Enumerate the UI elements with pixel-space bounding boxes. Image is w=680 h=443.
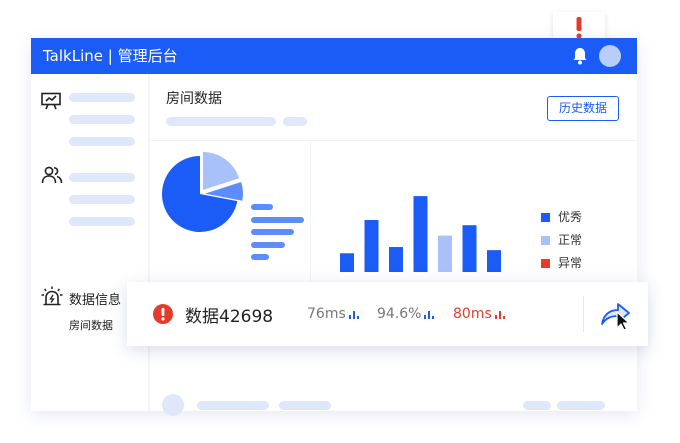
placeholder-line: [251, 242, 285, 248]
placeholder-line: [279, 401, 331, 410]
placeholder-line: [69, 195, 135, 204]
placeholder-line: [251, 204, 273, 210]
page-title: 房间数据: [166, 91, 222, 107]
alarm-icon[interactable]: [41, 286, 63, 306]
share-icon[interactable]: [600, 300, 634, 330]
legend-item-excellent: 优秀: [541, 208, 582, 225]
bar-chart: [340, 196, 501, 272]
chart-divider: [310, 142, 311, 282]
placeholder-line: [251, 217, 304, 223]
data-panel: 房间数据 历史数据 优秀 正常 异常: [150, 74, 637, 282]
placeholder-line: [251, 254, 269, 260]
placeholder-line: [69, 137, 135, 146]
bar: [462, 225, 477, 272]
signal-bars-icon: [348, 311, 359, 319]
legend-swatch: [541, 259, 550, 268]
placeholder-line: [251, 229, 294, 235]
pie-chart: [162, 151, 243, 232]
sidebar: 数据信息 房间数据: [31, 74, 148, 411]
legend-item-normal: 正常: [541, 231, 582, 248]
metric-latency-error: 80ms: [453, 306, 505, 322]
presentation-icon[interactable]: [41, 92, 61, 110]
history-data-button[interactable]: 历史数据: [547, 96, 619, 121]
panel-divider: [150, 140, 637, 141]
signal-bars-icon: [494, 311, 505, 319]
metric-latency: 76ms: [307, 306, 359, 322]
bell-icon[interactable]: [572, 47, 588, 65]
sidebar-item-data-info[interactable]: 数据信息: [69, 289, 121, 308]
placeholder-line: [166, 117, 276, 126]
placeholder-line: [283, 117, 307, 126]
exclamation-icon: [576, 17, 582, 39]
top-bar: TalkLine | 管理后台: [31, 38, 637, 74]
alert-row-card[interactable]: 数据42698 76ms 94.6% 80ms: [127, 282, 648, 346]
bar: [413, 196, 428, 272]
bar: [364, 220, 379, 272]
users-icon[interactable]: [41, 166, 63, 184]
room-name: 数据42698: [185, 307, 274, 327]
placeholder-line: [557, 401, 605, 410]
sidebar-subitem-room-data[interactable]: 房间数据: [69, 317, 113, 333]
bar: [340, 253, 354, 272]
bar: [487, 250, 501, 272]
placeholder-line: [69, 93, 135, 102]
placeholder-line: [69, 217, 135, 226]
placeholder-line: [523, 401, 551, 410]
bar: [438, 235, 452, 272]
signal-bars-icon: [424, 311, 435, 319]
legend-item-abnormal: 异常: [541, 254, 582, 271]
metric-quality: 94.6%: [377, 306, 435, 322]
placeholder-line: [197, 401, 269, 410]
card-divider: [583, 296, 584, 332]
placeholder-line: [69, 173, 135, 182]
bar: [389, 247, 403, 272]
error-icon: [153, 304, 173, 324]
list-avatar: [162, 394, 184, 416]
brand-title: TalkLine | 管理后台: [43, 47, 178, 65]
main-content: 房间数据 历史数据 优秀 正常 异常: [150, 74, 637, 416]
admin-window: TalkLine | 管理后台 数据信息 房间数据 房间数据 历史数据 优秀 正…: [31, 38, 637, 416]
avatar[interactable]: [599, 45, 621, 67]
legend-swatch: [541, 236, 550, 245]
legend-swatch: [541, 213, 550, 222]
placeholder-line: [69, 115, 135, 124]
pie-slice: [202, 151, 240, 190]
